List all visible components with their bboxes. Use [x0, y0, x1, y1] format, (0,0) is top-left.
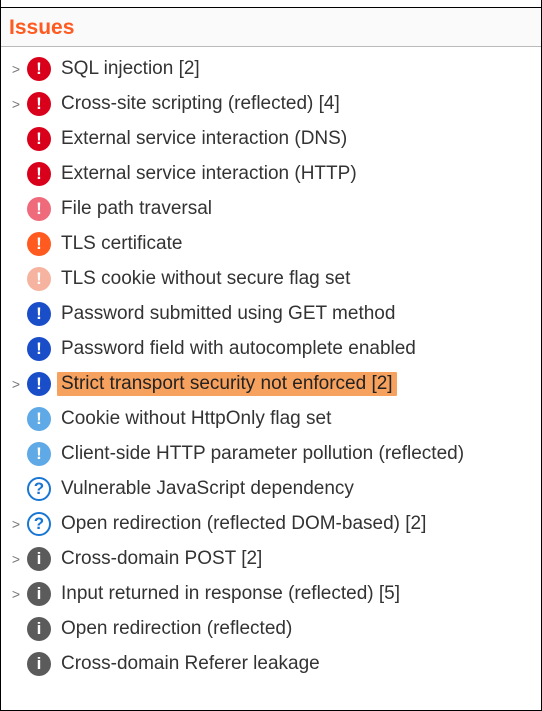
issue-row[interactable]: > i Cross-domain POST [2] [1, 541, 541, 576]
issues-tree: >! SQL injection [2] >! Cross-site scriptin… [1, 47, 541, 681]
severity-glyph: ! [36, 200, 42, 217]
info-icon: i [27, 652, 51, 676]
severity-glyph: ! [36, 375, 42, 392]
issue-label[interactable]: Open redirection (reflected) [57, 617, 296, 641]
expander-icon[interactable]: > [7, 61, 25, 77]
issues-header: Issues [1, 8, 541, 47]
critical-tentative-icon: ! [27, 197, 51, 221]
expander-icon[interactable]: > [7, 376, 25, 392]
expander-icon[interactable]: > [7, 96, 25, 112]
severity-glyph: ? [34, 515, 44, 532]
issue-row[interactable]: >iOpen redirection (reflected) [1, 611, 541, 646]
top-divider [1, 0, 541, 8]
issue-row[interactable]: >!Password submitted using GET method [1, 296, 541, 331]
issue-row[interactable]: > i Input returned in response (reflected)… [1, 576, 541, 611]
issue-label[interactable]: Password submitted using GET method [57, 302, 399, 326]
issue-label[interactable]: Cross-domain POST [2] [57, 547, 266, 571]
issue-row[interactable]: >!TLS certificate [1, 226, 541, 261]
severity-glyph: ! [36, 95, 42, 112]
issue-row[interactable]: >!Password field with autocomplete enabl… [1, 331, 541, 366]
medium-icon: ! [27, 372, 51, 396]
severity-glyph: ! [36, 305, 42, 322]
issue-row[interactable]: >!External service interaction (DNS) [1, 121, 541, 156]
issue-row[interactable]: >?Vulnerable JavaScript dependency [1, 471, 541, 506]
info-icon: i [27, 547, 51, 571]
issue-row[interactable]: >! SQL injection [2] [1, 51, 541, 86]
severity-glyph: ? [34, 480, 44, 497]
severity-glyph: ! [36, 130, 42, 147]
issue-row[interactable]: >!Client-side HTTP parameter pollution (… [1, 436, 541, 471]
severity-glyph: ! [36, 165, 42, 182]
critical-icon: ! [27, 92, 51, 116]
issue-label[interactable]: Cookie without HttpOnly flag set [57, 407, 335, 431]
uncertain-icon: ? [27, 512, 51, 536]
medium-tentative-icon: ! [27, 442, 51, 466]
uncertain-icon: ? [27, 477, 51, 501]
expander-icon[interactable]: > [7, 551, 25, 567]
critical-icon: ! [27, 127, 51, 151]
issue-row[interactable]: >? Open redirection (reflected DOM-based)… [1, 506, 541, 541]
severity-glyph: i [37, 620, 42, 637]
issue-label[interactable]: Client-side HTTP parameter pollution (re… [57, 442, 468, 466]
issues-title: Issues [9, 16, 74, 39]
severity-glyph: ! [36, 60, 42, 77]
severity-glyph: ! [36, 410, 42, 427]
issue-label[interactable]: Password field with autocomplete enabled [57, 337, 420, 361]
critical-icon: ! [27, 162, 51, 186]
issue-label[interactable]: Cross-domain Referer leakage [57, 652, 324, 676]
expander-icon[interactable]: > [7, 516, 25, 532]
medium-icon: ! [27, 302, 51, 326]
critical-icon: ! [27, 57, 51, 81]
issue-row[interactable]: >!File path traversal [1, 191, 541, 226]
issue-row[interactable]: >iCross-domain Referer leakage [1, 646, 541, 681]
issue-row[interactable]: >! Cross-site scripting (reflected) [4] [1, 86, 541, 121]
high-icon: ! [27, 232, 51, 256]
issue-label[interactable]: TLS certificate [57, 232, 186, 256]
issue-label[interactable]: Strict transport security not enforced [… [57, 372, 397, 396]
issue-label[interactable]: External service interaction (HTTP) [57, 162, 361, 186]
medium-icon: ! [27, 337, 51, 361]
issue-label[interactable]: Open redirection (reflected DOM-based) [… [57, 512, 430, 536]
issue-label[interactable]: Vulnerable JavaScript dependency [57, 477, 358, 501]
medium-tentative-icon: ! [27, 407, 51, 431]
info-icon: i [27, 617, 51, 641]
issue-label[interactable]: TLS cookie without secure flag set [57, 267, 354, 291]
issue-label[interactable]: SQL injection [2] [57, 57, 204, 81]
severity-glyph: ! [36, 340, 42, 357]
issue-row[interactable]: >!Cookie without HttpOnly flag set [1, 401, 541, 436]
severity-glyph: ! [36, 235, 42, 252]
issue-label[interactable]: Cross-site scripting (reflected) [4] [57, 92, 344, 116]
severity-glyph: i [37, 550, 42, 567]
expander-icon[interactable]: > [7, 586, 25, 602]
severity-glyph: ! [36, 445, 42, 462]
info-icon: i [27, 582, 51, 606]
issue-row[interactable]: >!TLS cookie without secure flag set [1, 261, 541, 296]
issue-row[interactable]: >!External service interaction (HTTP) [1, 156, 541, 191]
high-tentative-icon: ! [27, 267, 51, 291]
issue-label[interactable]: External service interaction (DNS) [57, 127, 351, 151]
issue-row[interactable]: >! Strict transport security not enforced… [1, 366, 541, 401]
issue-label[interactable]: Input returned in response (reflected) [… [57, 582, 404, 606]
issue-label[interactable]: File path traversal [57, 197, 216, 221]
severity-glyph: i [37, 655, 42, 672]
issues-panel: Issues >! SQL injection [2] >! Cross-site s… [0, 0, 542, 711]
severity-glyph: ! [36, 270, 42, 287]
severity-glyph: i [37, 585, 42, 602]
